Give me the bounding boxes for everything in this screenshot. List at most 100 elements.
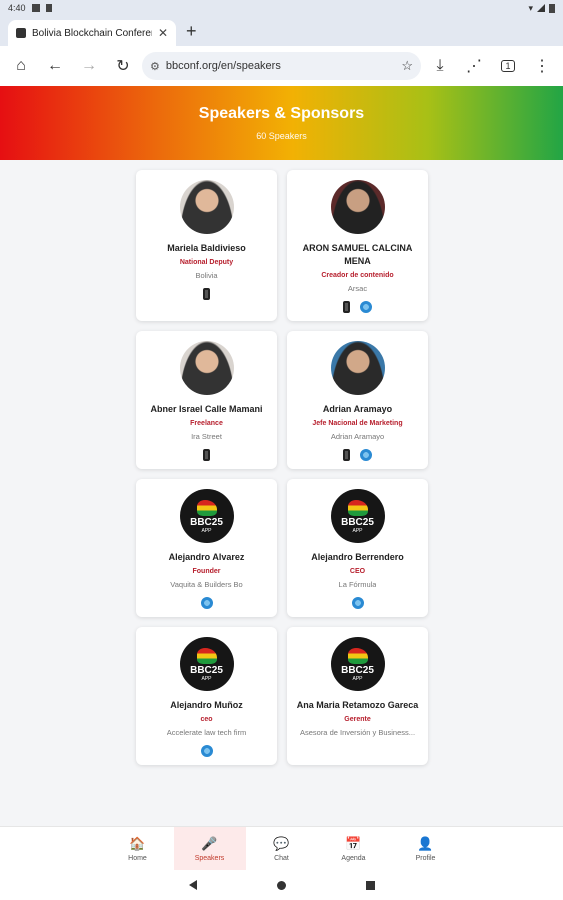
rooster-icon: [347, 648, 368, 664]
speaker-role: Founder: [192, 568, 221, 575]
share-icon[interactable]: ⋰: [459, 51, 489, 81]
download-icon[interactable]: ⤓: [425, 51, 455, 81]
speaker-role: Jefe Nacional de Marketing: [312, 420, 403, 427]
speaker-name: Mariela Baldivieso: [167, 243, 246, 253]
site-settings-icon[interactable]: ⚙: [150, 60, 160, 73]
nav-item-profile[interactable]: 👤 Profile: [390, 827, 462, 871]
bookmark-icon[interactable]: ☆: [401, 58, 413, 74]
contact-icons: [343, 301, 372, 313]
speaker-card[interactable]: Adrian Aramayo Jefe Nacional de Marketing…: [287, 331, 428, 469]
logo-subtext: APP: [352, 528, 363, 534]
logo-subtext: APP: [352, 676, 363, 682]
speaker-card[interactable]: BBC25 APP Alejandro Muñoz ceo Accelerate law…: [136, 627, 277, 765]
nav-label: Chat: [274, 854, 289, 862]
notification-icon: [31, 4, 40, 12]
contact-icons: [343, 449, 372, 461]
speaker-card[interactable]: BBC25 APP Alejandro Alvarez Founder Vaquita …: [136, 479, 277, 617]
phone-icon[interactable]: [203, 449, 210, 461]
nav-item-speakers[interactable]: 🎤 Speakers: [173, 827, 246, 871]
home-icon[interactable]: ⌂: [6, 51, 36, 81]
logo-text: BBC25: [341, 517, 374, 528]
speaker-company: Adrian Aramayo: [330, 432, 385, 441]
nav-label: Agenda: [341, 854, 366, 862]
agenda-icon: 📅: [345, 835, 362, 851]
logo-subtext: APP: [201, 676, 212, 682]
nav-item-home[interactable]: 🏠 Home: [102, 827, 174, 871]
speaker-role: CEO: [349, 568, 366, 575]
browser-toolbar: ⌂ ← → ↻ ⚙ bbconf.org/en/speakers ☆ ⤓ ⋰ 1…: [0, 46, 563, 86]
globe-icon[interactable]: [360, 449, 372, 461]
address-bar[interactable]: ⚙ bbconf.org/en/speakers ☆: [142, 52, 421, 80]
battery-icon: [549, 3, 555, 13]
speaker-card[interactable]: Mariela Baldivieso National Deputy Bolivia: [136, 170, 277, 321]
speaker-role: Creador de contenido: [321, 272, 394, 279]
speaker-role: Gerente: [344, 716, 371, 723]
contact-icons: [200, 597, 213, 609]
browser-tab[interactable]: Bolivia Blockchain Conferen ✕: [8, 20, 176, 46]
bottom-navigation: 🏠 Home 🎤 Speakers 💬 Chat 📅 Agenda 👤 Profile: [0, 826, 563, 871]
system-home-icon[interactable]: [276, 880, 286, 890]
speaker-role: ceo: [200, 716, 213, 723]
contact-icons: [351, 597, 364, 609]
speaker-company: Ira Street: [191, 432, 222, 441]
tab-title: Bolivia Blockchain Conferen: [32, 27, 152, 39]
speaker-company: La Fórmula: [338, 580, 377, 589]
globe-icon[interactable]: [351, 597, 364, 609]
download-notification-icon: [45, 4, 52, 12]
speaker-name: Adrian Aramayo: [322, 404, 393, 414]
nav-item-agenda[interactable]: 📅 Agenda: [318, 827, 390, 871]
system-back-icon[interactable]: [188, 880, 197, 890]
speakers-grid: Mariela Baldivieso National Deputy Bolivia…: [136, 170, 429, 765]
phone-icon[interactable]: [343, 449, 350, 461]
speaker-company: Accelerate law tech firm: [166, 728, 247, 737]
globe-icon[interactable]: [200, 745, 213, 757]
contact-icons: [200, 745, 213, 757]
speaker-company: Bolivia: [195, 271, 218, 280]
chat-icon: 💬: [273, 835, 290, 851]
nav-label: Home: [128, 854, 147, 862]
logo-subtext: APP: [201, 528, 212, 534]
speaker-card[interactable]: BBC25 APP Alejandro Berrendero CEO La Fórmul…: [287, 479, 428, 617]
speaker-card[interactable]: ARON SAMUEL CALCINA MENA Creador de conte…: [287, 170, 428, 321]
bbc25-logo-avatar: BBC25 APP: [330, 637, 385, 691]
system-navigation-bar: [0, 870, 563, 900]
speaker-count: 60 Speakers: [256, 131, 307, 141]
phone-icon[interactable]: [203, 288, 210, 300]
favicon-icon: [16, 28, 26, 38]
nav-label: Profile: [415, 854, 436, 862]
speaker-photo: [179, 180, 234, 234]
menu-icon[interactable]: ⋮: [527, 51, 557, 81]
logo-text: BBC25: [341, 665, 374, 676]
logo-text: BBC25: [190, 517, 223, 528]
close-tab-icon[interactable]: ✕: [158, 26, 168, 40]
speakers-list[interactable]: Mariela Baldivieso National Deputy Bolivia…: [0, 160, 563, 826]
forward-icon[interactable]: →: [74, 51, 104, 81]
speaker-name: Ana Maria Retamozo Gareca: [296, 700, 419, 710]
signal-icon: [537, 4, 545, 12]
profile-icon: 👤: [417, 835, 434, 851]
home-icon: 🏠: [129, 835, 146, 851]
rooster-icon: [347, 500, 368, 516]
url-text[interactable]: bbconf.org/en/speakers: [166, 60, 395, 72]
globe-icon[interactable]: [200, 597, 213, 609]
contact-icons: [203, 288, 210, 300]
speaker-photo: [330, 341, 385, 395]
speaker-card[interactable]: Abner Israel Calle Mamani Freelance Ira St…: [136, 331, 277, 469]
speaker-company: Arsac: [347, 284, 368, 293]
logo-text: BBC25: [190, 665, 223, 676]
phone-icon[interactable]: [343, 301, 350, 313]
speaker-photo: [330, 180, 385, 234]
globe-icon[interactable]: [360, 301, 372, 313]
speaker-name: Abner Israel Calle Mamani: [150, 404, 263, 414]
back-icon[interactable]: ←: [40, 51, 70, 81]
reload-icon[interactable]: ↻: [108, 51, 138, 81]
speaker-role: Freelance: [190, 420, 223, 427]
system-recents-icon[interactable]: [365, 880, 375, 890]
speaker-card[interactable]: BBC25 APP Ana Maria Retamozo Gareca Gerente…: [287, 627, 428, 765]
tab-switcher-button[interactable]: 1: [493, 51, 523, 81]
bbc25-logo-avatar: BBC25 APP: [179, 489, 234, 543]
new-tab-button[interactable]: +: [186, 21, 197, 42]
nav-label: Speakers: [194, 854, 225, 862]
nav-item-chat[interactable]: 💬 Chat: [246, 827, 318, 871]
speaker-name: Alejandro Muñoz: [170, 700, 243, 710]
